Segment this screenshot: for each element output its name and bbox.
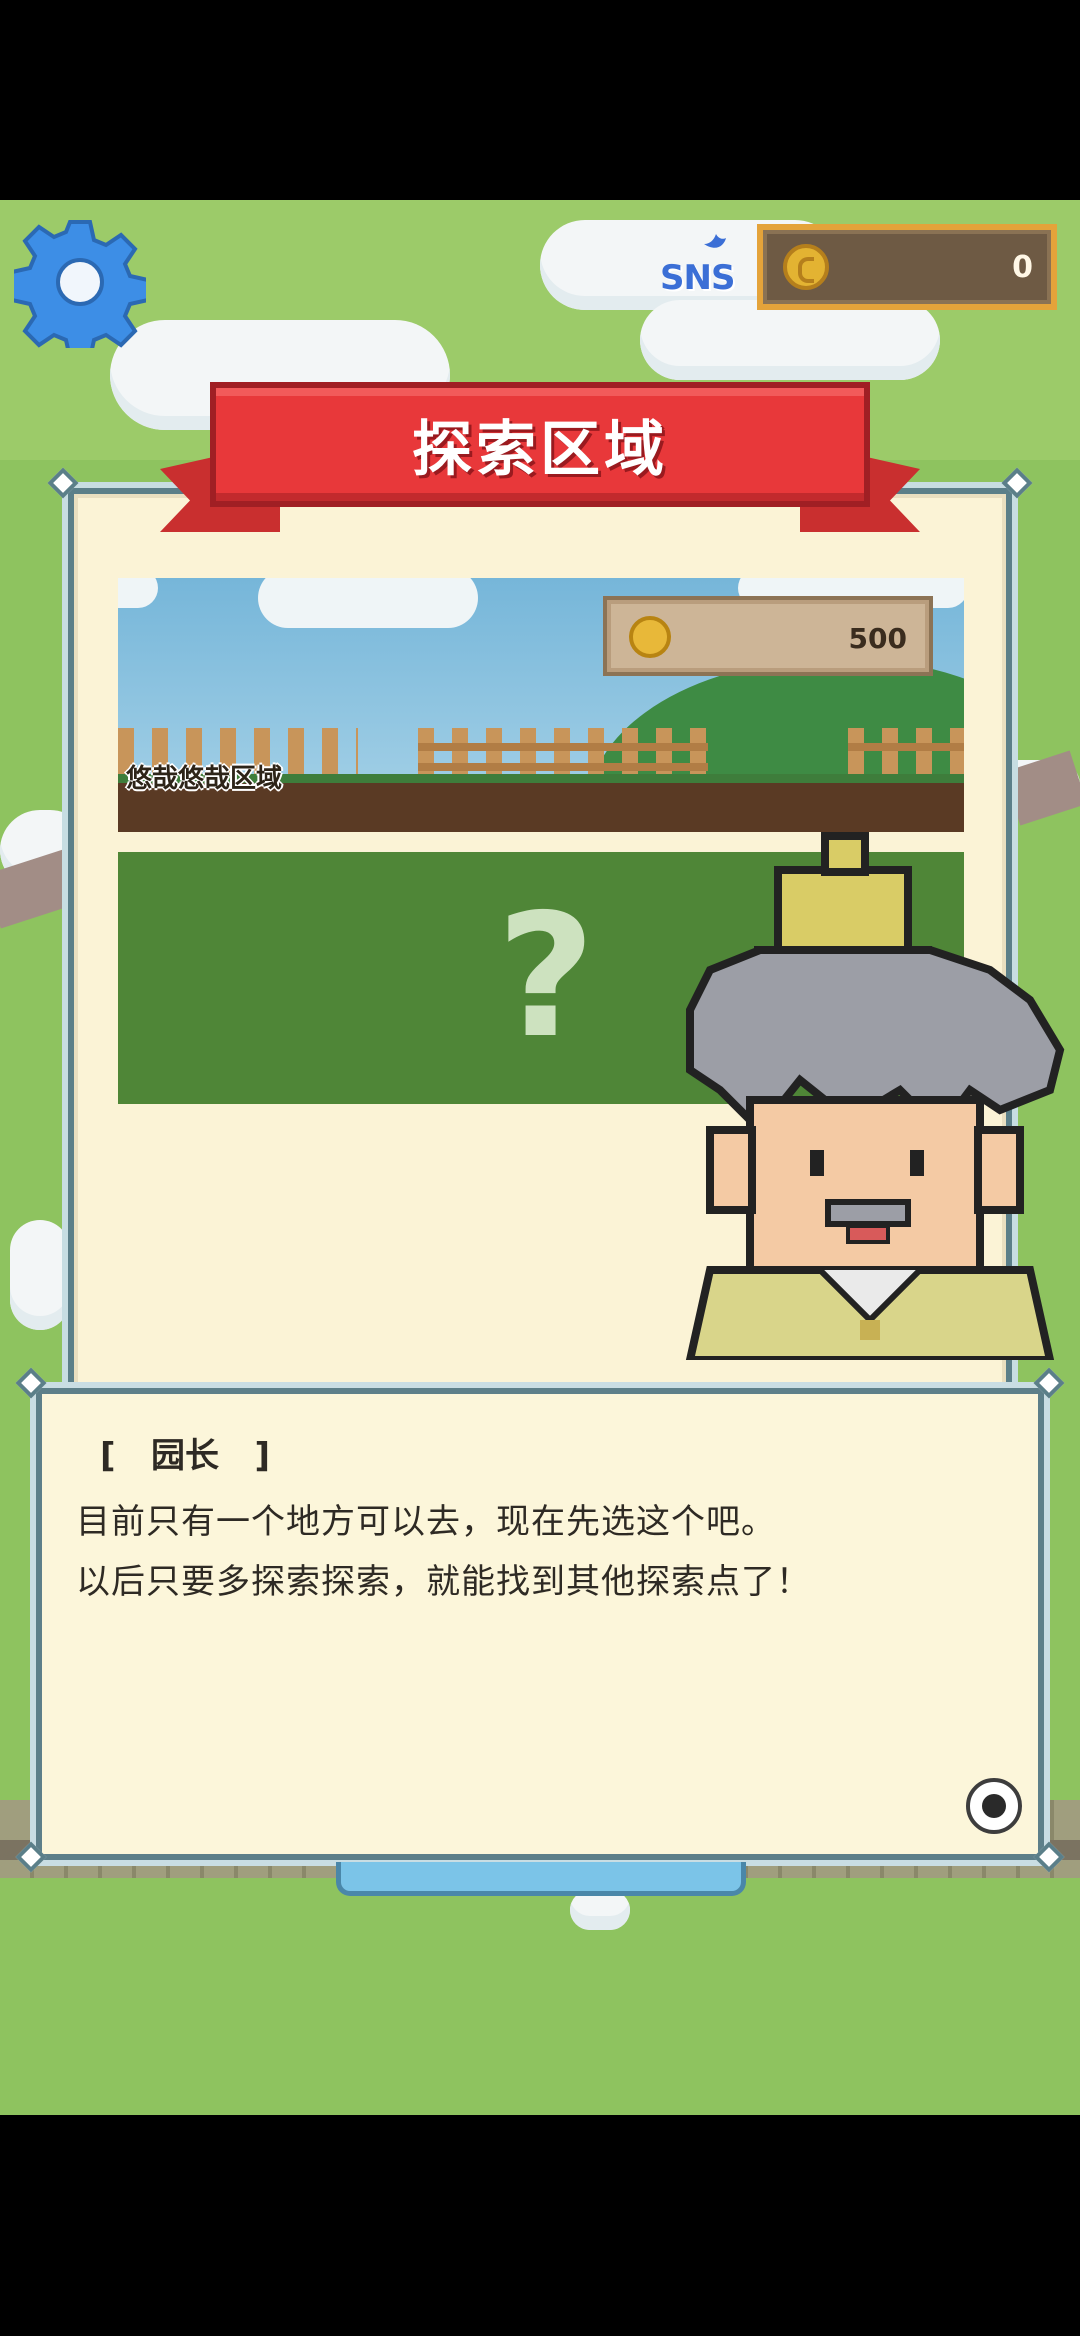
area-fence (848, 728, 964, 780)
coin-value: 0 (1012, 250, 1033, 285)
area-cloud (258, 578, 478, 628)
background-cloud (640, 300, 940, 380)
area-price: 500 (848, 622, 907, 655)
game-screen: SNS 0 探索区域 500 悠哉悠哉区域 ? [园长] 目前只有一个地方可… (0, 200, 1080, 2115)
sns-button[interactable]: SNS (640, 222, 758, 312)
area-name: 悠哉悠哉区域 (126, 764, 283, 794)
gear-icon (10, 220, 150, 360)
background-cloud (570, 1890, 630, 1930)
coin-icon (629, 616, 671, 658)
settings-button[interactable] (10, 216, 150, 360)
fence-rail (418, 763, 708, 771)
price-sign: 500 (603, 596, 933, 676)
sns-label: SNS (660, 258, 735, 298)
bird-icon (704, 234, 726, 248)
coin-icon (783, 244, 829, 290)
fence-rail (418, 743, 708, 751)
ribbon-banner: 探索区域 (210, 382, 870, 507)
director-portrait (685, 832, 1065, 1364)
zoo-director-character (670, 830, 1070, 1364)
dialog-line-1: 目前只有一个地方可以去，现在先选这个吧。 (76, 1502, 776, 1542)
coin-counter: 0 (757, 224, 1057, 310)
background-cloud (10, 1220, 70, 1330)
dialog-box[interactable]: [ 园长 ] 目前只有一个地方可以去，现在先选这个吧。 以后只要多探索探索，就能… (30, 1382, 1050, 1866)
question-mark-icon: ? (496, 878, 596, 1076)
title-ribbon: 探索区域 (160, 382, 920, 532)
page-title: 探索区域 (412, 415, 668, 485)
area-card-yuzai[interactable]: 500 悠哉悠哉区域 (118, 578, 964, 832)
next-indicator-icon[interactable] (966, 1778, 1022, 1834)
dialog-speaker: [ 园长 ] (100, 1436, 271, 1476)
confirm-button-hidden[interactable] (336, 1862, 746, 1896)
area-fence (418, 728, 708, 780)
dialog-line-2: 以后只要多探索探索，就能找到其他探索点了！ (76, 1562, 811, 1602)
fence-rail (848, 743, 964, 751)
